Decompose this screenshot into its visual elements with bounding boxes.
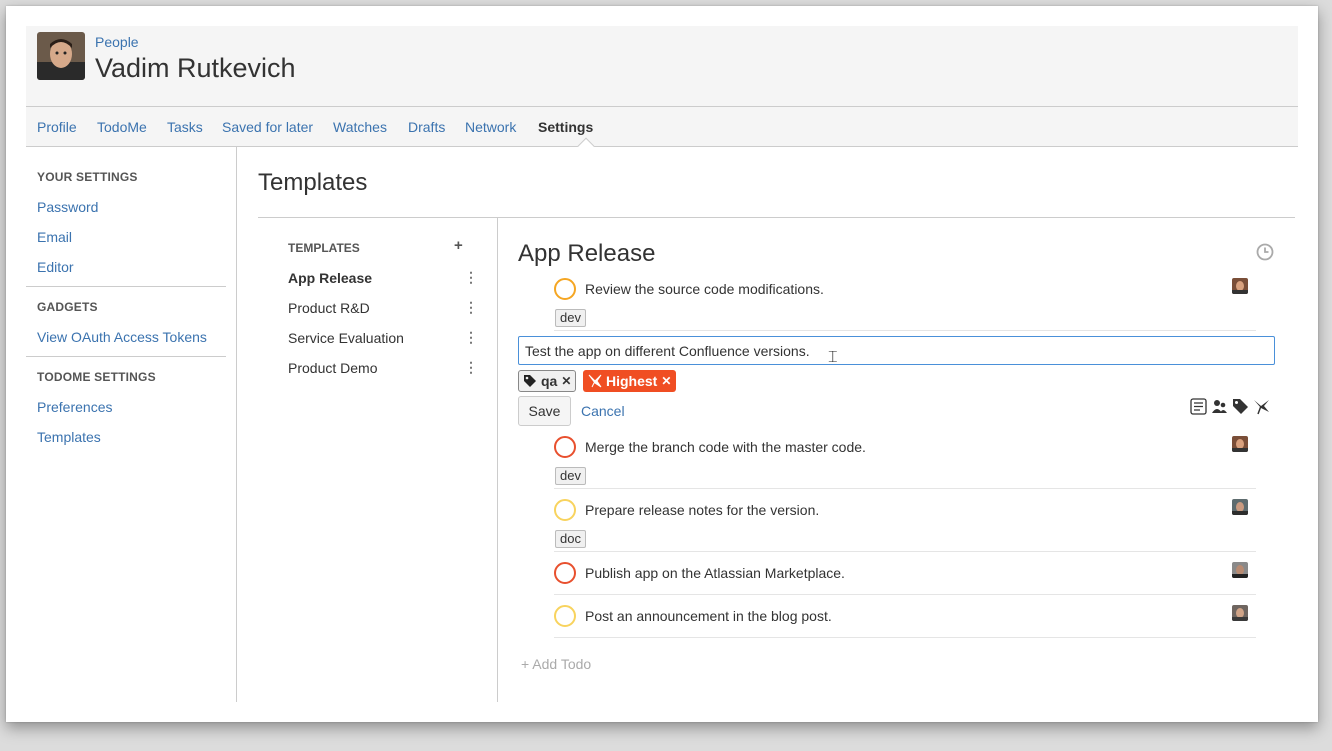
template-item[interactable]: App Release <box>288 270 372 286</box>
todo-checkbox[interactable] <box>554 436 576 458</box>
sidebar-divider <box>26 356 226 357</box>
assignee-avatar <box>1232 436 1248 452</box>
remove-priority-icon[interactable]: ✕ <box>661 370 671 392</box>
remove-tag-icon[interactable]: ✕ <box>561 371 571 391</box>
content-title: Templates <box>258 169 368 196</box>
tag-icon <box>524 375 536 387</box>
sidebar-item-email[interactable]: Email <box>37 229 72 245</box>
tab-saved-for-later[interactable]: Saved for later <box>222 119 313 135</box>
template-item[interactable]: Product R&D <box>288 300 370 316</box>
todo-text[interactable]: Publish app on the Atlassian Marketplace… <box>585 565 845 581</box>
avatar <box>37 32 85 80</box>
more-icon[interactable]: ⋮ <box>464 299 478 316</box>
profile-header: People Vadim Rutkevich <box>26 26 1298 107</box>
sidebar-heading-todome-settings: TODOME SETTINGS <box>37 370 156 384</box>
app-window: People Vadim Rutkevich Profile TodoMe Ta… <box>6 6 1318 722</box>
template-title: App Release <box>518 240 656 267</box>
sidebar-item-password[interactable]: Password <box>37 199 98 215</box>
todo-text[interactable]: Review the source code modifications. <box>585 281 824 297</box>
more-icon[interactable]: ⋮ <box>464 359 478 376</box>
todo-edit-input[interactable] <box>518 336 1275 365</box>
tab-network[interactable]: Network <box>465 119 516 135</box>
todo-tag[interactable]: dev <box>555 467 586 485</box>
priority-flag-icon <box>588 374 602 388</box>
todo-checkbox[interactable] <box>554 562 576 584</box>
templates-heading: TEMPLATES <box>288 241 360 255</box>
priority-chip-label: Highest <box>606 373 658 389</box>
todo-divider <box>554 594 1256 595</box>
tag-chip[interactable]: qa ✕ <box>518 370 577 392</box>
todo-checkbox[interactable] <box>554 499 576 521</box>
todo-tag[interactable]: doc <box>555 530 586 548</box>
save-button[interactable]: Save <box>518 396 571 426</box>
todo-checkbox[interactable] <box>554 278 576 300</box>
sidebar-item-editor[interactable]: Editor <box>37 259 74 275</box>
cancel-button[interactable]: Cancel <box>581 403 625 419</box>
assignee-icon[interactable] <box>1211 398 1228 415</box>
todo-divider <box>554 551 1256 552</box>
template-item[interactable]: Service Evaluation <box>288 330 404 346</box>
priority-icon[interactable] <box>1253 398 1270 415</box>
tab-watches[interactable]: Watches <box>333 119 387 135</box>
settings-sidebar: YOUR SETTINGS Password Email Editor GADG… <box>26 147 237 702</box>
assignee-avatar <box>1232 499 1248 515</box>
todo-text[interactable]: Prepare release notes for the version. <box>585 502 819 518</box>
todo-text[interactable]: Post an announcement in the blog post. <box>585 608 832 624</box>
todo-divider <box>554 637 1256 638</box>
clock-icon[interactable] <box>1256 243 1274 261</box>
tab-drafts[interactable]: Drafts <box>408 119 445 135</box>
todo-divider <box>554 488 1256 489</box>
description-icon[interactable] <box>1190 398 1207 415</box>
active-tab-indicator <box>577 137 595 155</box>
assignee-avatar <box>1232 562 1248 578</box>
more-icon[interactable]: ⋮ <box>464 329 478 346</box>
assignee-avatar <box>1232 278 1248 294</box>
templates-list: TEMPLATES + App Release ⋮ Product R&D ⋮ … <box>258 218 498 702</box>
add-todo-button[interactable]: + Add Todo <box>521 656 591 672</box>
page-title: Vadim Rutkevich <box>95 53 296 83</box>
tag-chip-label: qa <box>541 373 558 389</box>
assignee-avatar <box>1232 605 1248 621</box>
tag-icon[interactable] <box>1232 398 1249 415</box>
tab-profile[interactable]: Profile <box>37 119 77 135</box>
breadcrumb[interactable]: People <box>95 34 139 50</box>
sidebar-item-oauth-tokens[interactable]: View OAuth Access Tokens <box>37 329 207 345</box>
tab-tasks[interactable]: Tasks <box>167 119 203 135</box>
todo-checkbox[interactable] <box>554 605 576 627</box>
sidebar-heading-your-settings: YOUR SETTINGS <box>37 170 138 184</box>
todo-divider <box>554 330 1256 331</box>
sidebar-item-templates[interactable]: Templates <box>37 429 101 445</box>
sidebar-item-preferences[interactable]: Preferences <box>37 399 112 415</box>
text-cursor-icon: ⌶ <box>828 349 838 366</box>
profile-tabs: Profile TodoMe Tasks Saved for later Wat… <box>26 107 1298 155</box>
sidebar-heading-gadgets: GADGETS <box>37 300 98 314</box>
todo-tag[interactable]: dev <box>555 309 586 327</box>
priority-chip[interactable]: Highest ✕ <box>583 370 677 392</box>
todo-text[interactable]: Merge the branch code with the master co… <box>585 439 866 455</box>
tab-todome[interactable]: TodoMe <box>97 119 147 135</box>
sidebar-divider <box>26 286 226 287</box>
add-template-button[interactable]: + <box>454 237 463 254</box>
template-item[interactable]: Product Demo <box>288 360 377 376</box>
tab-settings[interactable]: Settings <box>538 119 593 135</box>
more-icon[interactable]: ⋮ <box>464 269 478 286</box>
